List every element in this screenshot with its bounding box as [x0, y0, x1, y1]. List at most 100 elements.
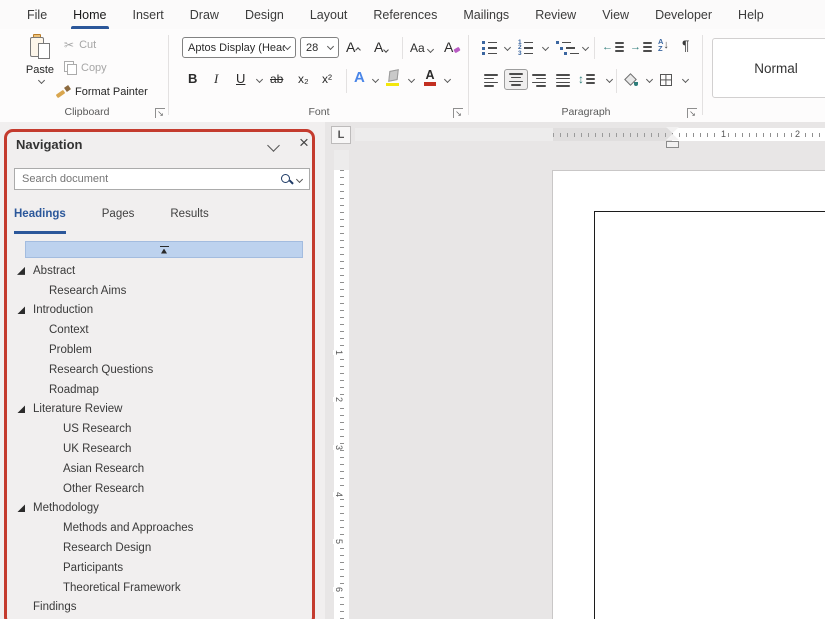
nav-heading-roadmap[interactable]: Roadmap — [0, 380, 318, 400]
nav-heading-context[interactable]: Context — [0, 320, 318, 340]
left-indent-icon[interactable] — [666, 141, 679, 148]
highlight-button[interactable] — [386, 70, 401, 86]
borders-dropdown-icon[interactable] — [682, 76, 689, 83]
borders-button[interactable] — [660, 74, 672, 86]
nav-heading-theoretical-framework[interactable]: Theoretical Framework — [0, 578, 318, 598]
sort-button[interactable]: AZ ↓ — [658, 38, 669, 52]
font-color-button[interactable]: A — [424, 70, 436, 86]
nav-heading-problem[interactable]: Problem — [0, 340, 318, 360]
nav-heading-participants[interactable]: Participants — [0, 558, 318, 578]
font-dialog-launcher-icon[interactable]: ↘ — [453, 108, 463, 118]
multilevel-list-button[interactable] — [556, 41, 579, 55]
ribbon-tab-home[interactable]: Home — [60, 0, 119, 29]
italic-button[interactable]: I — [214, 71, 218, 87]
nav-tab-pages[interactable]: Pages — [102, 208, 135, 228]
grow-font-button[interactable]: A — [346, 39, 360, 55]
change-case-button[interactable]: Aa — [410, 41, 433, 55]
indent-markers[interactable] — [666, 127, 679, 148]
bullets-dropdown-icon[interactable] — [504, 44, 511, 51]
nav-heading-uk-research[interactable]: UK Research — [0, 439, 318, 459]
numbering-button[interactable]: 1 2 3 — [518, 41, 533, 55]
format-painter-button[interactable]: Format Painter — [56, 85, 148, 98]
copy-button[interactable]: Copy — [64, 61, 107, 74]
underline-dropdown-icon[interactable] — [256, 76, 263, 83]
search-dropdown-icon[interactable] — [296, 175, 303, 182]
ribbon-tab-file[interactable]: File — [14, 0, 60, 29]
increase-indent-button[interactable]: → — [630, 41, 652, 53]
subscript-button[interactable]: x₂ — [298, 72, 309, 86]
ribbon-tab-insert[interactable]: Insert — [120, 0, 177, 29]
collapse-triangle-icon[interactable] — [17, 306, 25, 314]
ribbon-tab-help[interactable]: Help — [725, 0, 777, 29]
nav-heading-findings[interactable]: Findings — [0, 598, 318, 618]
nav-heading-asian-research[interactable]: Asian Research — [0, 459, 318, 479]
font-name-combo[interactable]: Aptos Display (Head — [182, 37, 296, 58]
nav-heading-research-questions[interactable]: Research Questions — [0, 360, 318, 380]
change-case-dropdown-icon[interactable] — [427, 46, 434, 53]
underline-button[interactable]: U — [236, 71, 245, 86]
cut-button[interactable]: ✂ Cut — [64, 38, 96, 52]
nav-tab-results[interactable]: Results — [170, 208, 208, 228]
clipboard-dialog-launcher-icon[interactable]: ↘ — [155, 108, 165, 118]
nav-heading-abstract[interactable]: Abstract — [0, 261, 318, 281]
nav-heading-methodology[interactable]: Methodology — [0, 499, 318, 519]
search-icon[interactable] — [280, 173, 293, 186]
font-color-dropdown-icon[interactable] — [444, 76, 451, 83]
nav-heading-introduction[interactable]: Introduction — [0, 301, 318, 321]
nav-heading-literature-review[interactable]: Literature Review — [0, 400, 318, 420]
ribbon-tab-layout[interactable]: Layout — [297, 0, 361, 29]
strikethrough-button[interactable]: ab — [270, 72, 283, 86]
horizontal-ruler[interactable]: 1 2 — [355, 128, 825, 141]
ribbon-tab-developer[interactable]: Developer — [642, 0, 725, 29]
first-line-indent-icon[interactable] — [666, 127, 679, 133]
search-input[interactable] — [15, 173, 280, 185]
collapse-triangle-icon[interactable] — [17, 267, 25, 275]
font-size-dropdown-icon[interactable] — [327, 43, 334, 50]
ribbon-tab-design[interactable]: Design — [232, 0, 297, 29]
ribbon-tab-references[interactable]: References — [360, 0, 450, 29]
nav-heading-research-design[interactable]: Research Design — [0, 538, 318, 558]
nav-tab-headings[interactable]: Headings — [14, 208, 66, 228]
ribbon-tab-view[interactable]: View — [589, 0, 642, 29]
paste-dropdown-icon[interactable] — [38, 77, 45, 84]
line-spacing-dropdown-icon[interactable] — [606, 76, 613, 83]
vertical-ruler[interactable]: 123456 — [334, 150, 349, 619]
shading-dropdown-icon[interactable] — [646, 76, 653, 83]
clear-formatting-button[interactable]: A — [444, 39, 460, 55]
align-right-button[interactable] — [532, 74, 546, 87]
justify-button[interactable] — [556, 74, 570, 87]
numbering-dropdown-icon[interactable] — [542, 44, 549, 51]
hanging-indent-icon[interactable] — [666, 134, 679, 140]
style-normal-card[interactable]: Normal — [712, 38, 825, 98]
bullets-button[interactable] — [482, 41, 497, 55]
ribbon-tab-draw[interactable]: Draw — [177, 0, 232, 29]
collapse-triangle-icon[interactable] — [17, 405, 25, 413]
line-spacing-button[interactable]: ↕ — [578, 72, 595, 86]
shrink-font-button[interactable]: A — [374, 39, 388, 55]
align-left-button[interactable] — [484, 74, 498, 87]
superscript-button[interactable]: x² — [322, 72, 332, 86]
jump-to-top-item[interactable] — [25, 241, 303, 258]
align-center-button[interactable] — [504, 69, 528, 90]
pane-options-chevron-icon[interactable] — [267, 139, 280, 152]
text-effects-button[interactable]: A — [354, 69, 365, 86]
text-effects-dropdown-icon[interactable] — [372, 76, 379, 83]
nav-heading-research-aims[interactable]: Research Aims — [0, 281, 318, 301]
shading-button[interactable] — [624, 73, 638, 86]
nav-heading-other-research[interactable]: Other Research — [0, 479, 318, 499]
pane-close-icon[interactable]: × — [299, 134, 309, 152]
nav-heading-us-research[interactable]: US Research — [0, 419, 318, 439]
collapse-triangle-icon[interactable] — [17, 504, 25, 512]
ribbon-tab-mailings[interactable]: Mailings — [450, 0, 522, 29]
tab-stop-selector[interactable]: L — [331, 126, 351, 144]
multilevel-dropdown-icon[interactable] — [582, 44, 589, 51]
nav-heading-methods-and-approaches[interactable]: Methods and Approaches — [0, 518, 318, 538]
ribbon-tab-review[interactable]: Review — [522, 0, 589, 29]
document-page[interactable] — [552, 170, 825, 619]
show-marks-button[interactable]: ¶ — [682, 37, 690, 53]
paragraph-dialog-launcher-icon[interactable]: ↘ — [687, 108, 697, 118]
font-size-combo[interactable]: 28 — [300, 37, 339, 58]
decrease-indent-button[interactable]: ← — [602, 41, 624, 53]
highlight-dropdown-icon[interactable] — [408, 76, 415, 83]
bold-button[interactable]: B — [188, 71, 197, 86]
